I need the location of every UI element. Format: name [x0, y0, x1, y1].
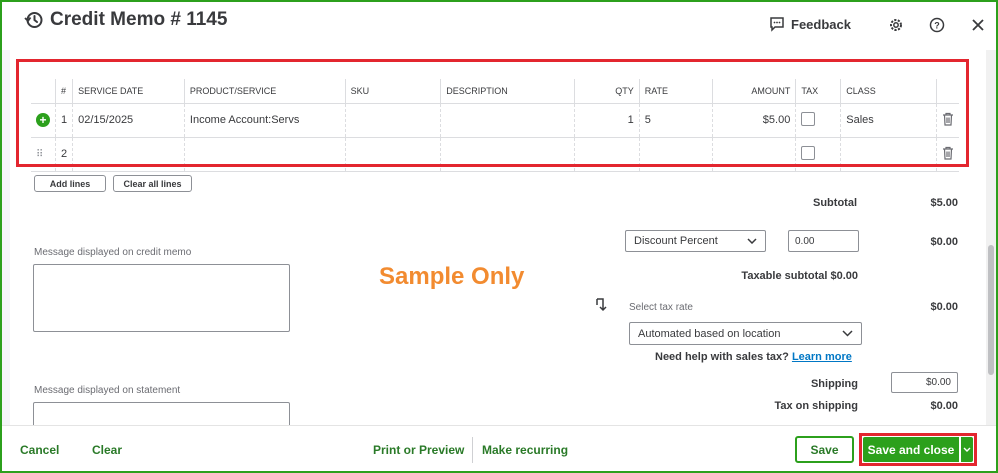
chat-icon [770, 17, 784, 32]
tax-on-shipping-value: $0.00 [930, 400, 958, 412]
tax-rate-value: Automated based on location [638, 327, 781, 340]
subtotal-label: Subtotal [813, 197, 857, 209]
footer-divider [472, 437, 473, 463]
gear-icon[interactable] [887, 16, 905, 34]
discount-input[interactable]: 0.00 [788, 230, 859, 252]
discount-value: $0.00 [930, 236, 958, 248]
tax-rate-label: Select tax rate [629, 302, 693, 313]
save-and-close-button[interactable]: Save and close [863, 437, 959, 462]
shipping-label: Shipping [810, 378, 858, 390]
header: Credit Memo # 1145 Feedback ? [2, 2, 996, 52]
learn-more-link[interactable]: Learn more [792, 351, 852, 363]
tax-on-shipping-label: Tax on shipping [774, 400, 858, 412]
discount-type-select[interactable]: Discount Percent [625, 230, 766, 252]
credit-memo-window: Credit Memo # 1145 Feedback ? # SERVICE … [0, 0, 998, 473]
title-wrap: Credit Memo # 1145 [22, 8, 227, 32]
save-options-dropdown[interactable] [960, 437, 973, 462]
history-icon[interactable] [22, 8, 46, 32]
scrollbar[interactable] [986, 50, 996, 425]
taxable-subtotal: Taxable subtotal $0.00 [741, 270, 858, 282]
subtotal-value: $5.00 [930, 197, 958, 209]
page-title: Credit Memo # 1145 [50, 9, 228, 30]
chevron-down-icon [747, 238, 757, 244]
feedback-button[interactable]: Feedback [769, 16, 851, 32]
clear-all-lines-button[interactable]: Clear all lines [113, 175, 192, 192]
sales-tax-help-text: Need help with sales tax? [655, 351, 789, 363]
sample-watermark: Sample Only [379, 263, 525, 290]
close-icon[interactable] [969, 16, 987, 34]
sales-tax-help: Need help with sales tax? Learn more [655, 351, 852, 363]
tax-rate-select[interactable]: Automated based on location [629, 322, 862, 345]
help-icon[interactable]: ? [928, 16, 946, 34]
statement-message-label: Message displayed on statement [34, 385, 181, 396]
credit-memo-message-label: Message displayed on credit memo [34, 247, 192, 258]
chevron-down-icon [963, 447, 971, 452]
scrollbar-thumb[interactable] [988, 245, 994, 375]
svg-text:?: ? [934, 21, 940, 31]
print-preview-button[interactable]: Print or Preview [373, 443, 464, 457]
shipping-input[interactable]: $0.00 [891, 372, 958, 393]
make-recurring-button[interactable]: Make recurring [482, 443, 568, 457]
feedback-label: Feedback [791, 16, 851, 32]
tax-value: $0.00 [930, 301, 958, 313]
cancel-button[interactable]: Cancel [20, 443, 59, 457]
clear-button[interactable]: Clear [92, 443, 122, 457]
save-button[interactable]: Save [795, 436, 854, 463]
switch-tax-icon[interactable] [595, 297, 607, 316]
add-lines-button[interactable]: Add lines [34, 175, 106, 192]
discount-type-value: Discount Percent [634, 235, 718, 247]
credit-memo-message-field[interactable] [33, 264, 290, 332]
chevron-down-icon [842, 330, 853, 337]
table-highlight-outline [16, 59, 969, 167]
